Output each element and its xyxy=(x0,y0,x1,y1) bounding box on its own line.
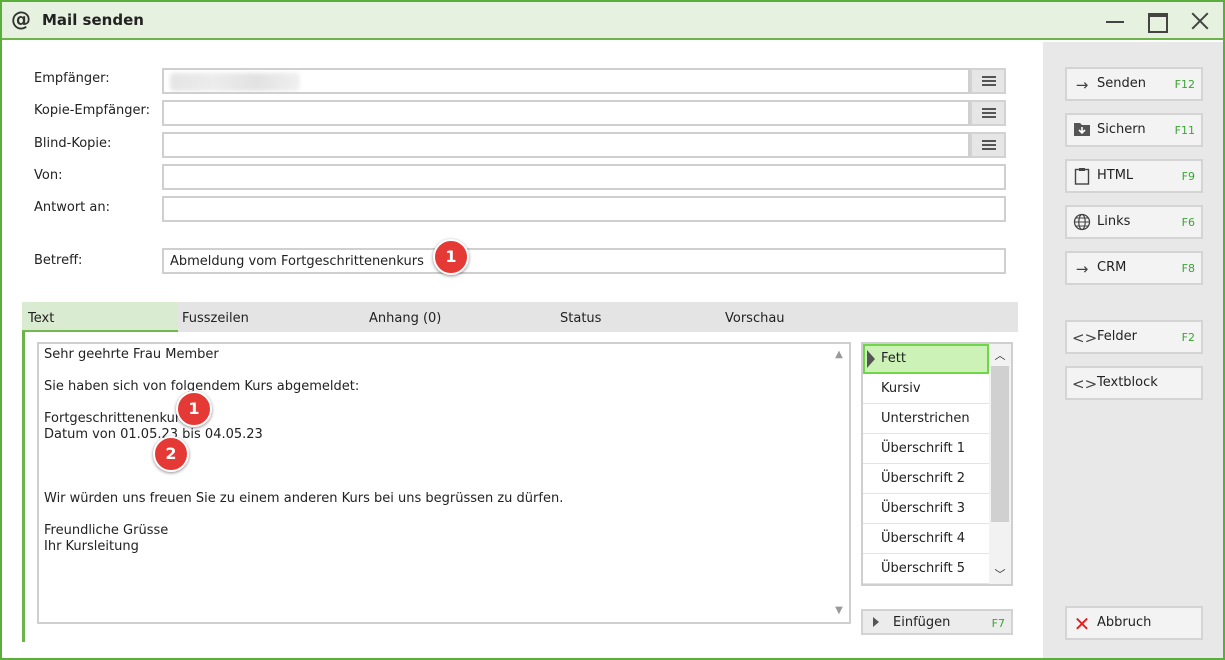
text-tab-panel: Sehr geehrte Frau Member Sie haben sich … xyxy=(22,332,1018,642)
from-label: Von: xyxy=(34,168,63,183)
bcc-label: Blind-Kopie: xyxy=(34,136,112,151)
recipient-list-button[interactable] xyxy=(970,68,1006,94)
annotation-badge: 2 xyxy=(153,436,189,472)
cc-input[interactable] xyxy=(162,100,970,126)
tab-preview[interactable]: Vorschau xyxy=(725,302,875,332)
maximize-button[interactable] xyxy=(1145,9,1169,33)
links-button[interactable]: Links F6 xyxy=(1065,205,1203,239)
send-button[interactable]: → Senden F12 xyxy=(1065,67,1203,101)
chevron-down-icon: ﹀ xyxy=(994,568,1006,581)
globe-icon xyxy=(1072,213,1092,233)
tab-status[interactable]: Status xyxy=(560,302,710,332)
action-panel: → Senden F12 Sichern F11 HTML F9 Links F… xyxy=(1043,42,1223,658)
arrow-right-icon: → xyxy=(1075,260,1089,278)
format-item-heading-4[interactable]: Überschrift 4 xyxy=(863,524,989,554)
crm-button[interactable]: → CRM F8 xyxy=(1065,251,1203,285)
insert-button[interactable]: Einfügen F7 xyxy=(861,609,1013,635)
chevron-up-icon: ▲ xyxy=(835,349,843,360)
subject-input[interactable]: Abmeldung vom Fortgeschrittenenkurs xyxy=(162,248,1006,274)
format-item-heading-2[interactable]: Überschrift 2 xyxy=(863,464,989,494)
subject-label: Betreff: xyxy=(34,253,83,268)
textblock-button[interactable]: <> Textblock xyxy=(1065,366,1203,400)
close-x-icon: ✕ xyxy=(1073,612,1091,636)
scrollbar-thumb[interactable] xyxy=(991,366,1009,522)
from-input[interactable] xyxy=(162,164,1006,190)
insert-shortcut: F7 xyxy=(991,617,1005,630)
html-button[interactable]: HTML F9 xyxy=(1065,159,1203,193)
minimize-button[interactable] xyxy=(1103,9,1127,33)
format-item-heading-3[interactable]: Überschrift 3 xyxy=(863,494,989,524)
cancel-button[interactable]: ✕ Abbruch xyxy=(1065,606,1203,640)
tab-attachments[interactable]: Anhang (0) xyxy=(369,302,519,332)
recipient-label: Empfänger: xyxy=(34,71,110,86)
annotation-badge: 1 xyxy=(433,239,469,275)
arrow-right-icon: → xyxy=(1075,76,1089,94)
fields-button[interactable]: <> Felder F2 xyxy=(1065,320,1203,354)
close-window-button[interactable] xyxy=(1188,9,1212,33)
format-item-heading-5[interactable]: Überschrift 5 xyxy=(863,554,989,584)
format-item-italic[interactable]: Kursiv xyxy=(863,374,989,404)
bcc-list-button[interactable] xyxy=(970,132,1006,158)
title-bar: @ Mail senden xyxy=(2,2,1223,40)
tab-text[interactable]: Text xyxy=(22,302,178,332)
chevron-down-icon: ▼ xyxy=(835,605,843,616)
clipboard-icon xyxy=(1072,167,1092,187)
redacted-recipient xyxy=(170,73,300,91)
format-item-heading-1[interactable]: Überschrift 1 xyxy=(863,434,989,464)
cc-label: Kopie-Empfänger: xyxy=(34,103,151,118)
tab-bar: Text Fusszeilen Anhang (0) Status Vorsch… xyxy=(22,302,1018,332)
cc-list-button[interactable] xyxy=(970,100,1006,126)
insert-label: Einfügen xyxy=(893,615,951,630)
annotation-badge: 1 xyxy=(176,391,212,427)
format-list-scrollbar[interactable]: ︿ ﹀ xyxy=(989,344,1011,584)
recipient-input[interactable] xyxy=(162,68,970,94)
chevron-up-icon: ︿ xyxy=(994,349,1006,362)
triangle-right-icon xyxy=(873,617,879,627)
format-list[interactable]: Fett Kursiv Unterstrichen Überschrift 1 … xyxy=(861,342,1013,586)
code-brackets-icon: <> xyxy=(1072,329,1098,347)
save-folder-icon xyxy=(1072,121,1092,141)
editor-scrollbar[interactable]: ▲ ▼ xyxy=(831,344,849,622)
code-brackets-icon: <> xyxy=(1072,375,1098,393)
mail-body-editor[interactable]: Sehr geehrte Frau Member Sie haben sich … xyxy=(37,342,851,624)
save-button[interactable]: Sichern F11 xyxy=(1065,113,1203,147)
window-title: Mail senden xyxy=(42,11,144,29)
reply-to-input[interactable] xyxy=(162,196,1006,222)
tab-footers[interactable]: Fusszeilen xyxy=(182,302,332,332)
format-item-bold[interactable]: Fett xyxy=(863,344,989,374)
reply-to-label: Antwort an: xyxy=(34,200,110,215)
bcc-input[interactable] xyxy=(162,132,970,158)
at-sign-icon: @ xyxy=(11,7,31,31)
format-item-underline[interactable]: Unterstrichen xyxy=(863,404,989,434)
mail-send-window: @ Mail senden Empfänger: Kopie-Empfänger… xyxy=(0,0,1225,660)
